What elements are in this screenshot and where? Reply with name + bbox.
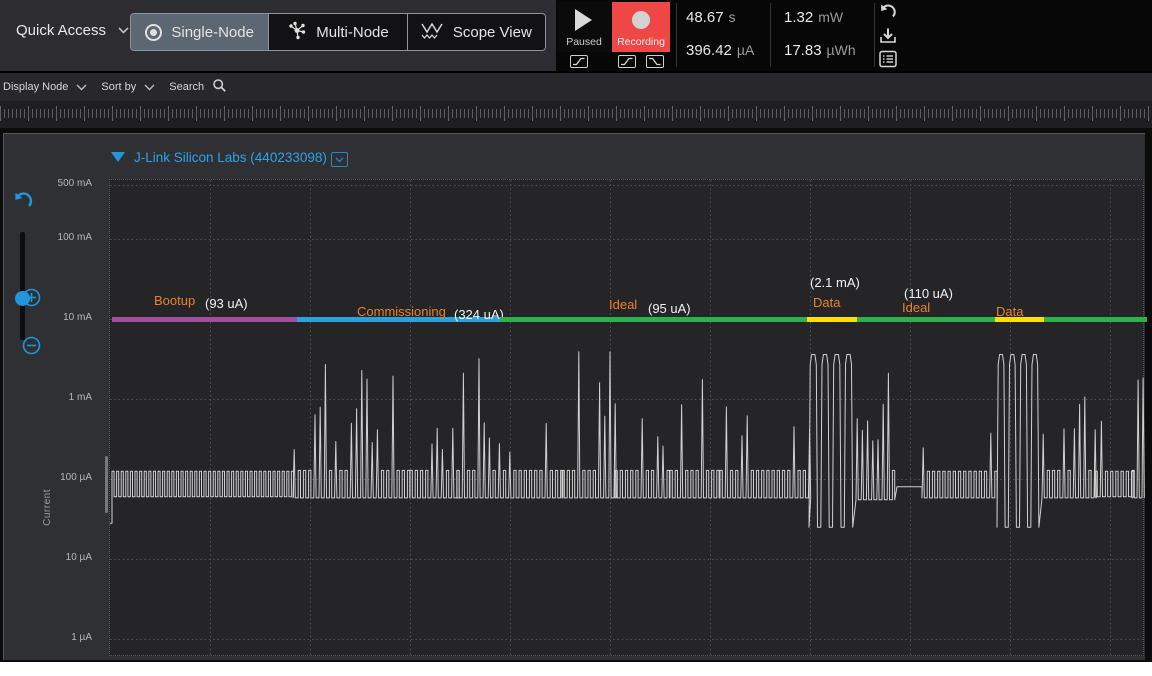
annotation-bar-bootup[interactable] [112,317,297,322]
annotation-average-label: (110 uA) [904,286,953,301]
record-icon [632,11,650,29]
chevron-down-icon [118,27,129,34]
avg-power-value: 1.32 [784,9,813,26]
tab-single-node-label: Single-Node [171,24,254,41]
paused-label: Paused [558,36,610,48]
divider [770,3,771,67]
single-node-icon [145,24,162,41]
tab-multi-node[interactable]: Multi-Node [269,14,407,50]
y-axis-tick-label: 10 mA [18,312,92,323]
avg-current-unit: µA [737,42,754,58]
y-axis-tick-label: 100 µA [18,472,92,483]
annotation-name-label: Data [996,304,1023,319]
zoom-slider-track[interactable] [20,232,25,340]
energy-unit: µWh [827,42,856,58]
play-icon [575,9,592,31]
annotation-bar-data[interactable] [807,317,857,322]
annotation-average-label: (95 uA) [648,301,691,316]
y-axis-tick-label: 500 mA [18,178,92,189]
scope-view-icon [421,22,444,43]
trigger-rising-icon[interactable] [570,55,588,68]
annotation-average-label: (324 uA) [454,307,504,322]
elapsed-time-unit: s [729,9,736,25]
tab-scope-view-label: Scope View [453,24,532,41]
annotation-name-label: Commissioning [357,304,446,319]
annotation-name-label: Data [813,295,840,310]
event-list-button[interactable] [878,49,898,69]
waveform-canvas[interactable] [110,180,1145,657]
y-axis-tick-label: 1 µA [18,632,92,643]
view-mode-tabs: Single-Node [130,13,546,51]
tab-multi-node-label: Multi-Node [316,24,389,41]
measurement-column-1: 48.67 s 396.42 µA [686,0,768,71]
quick-access-menu[interactable]: Quick Access [16,22,129,39]
annotation-name-label: Bootup [154,293,195,308]
timeline-ruler[interactable] [0,101,1152,128]
display-node-menu[interactable]: Display Node [3,81,87,93]
avg-power-unit: mW [818,9,843,25]
recording-label: Recording [612,36,670,48]
divider [874,3,875,67]
export-download-button[interactable] [878,26,898,46]
node-chart-panel: J-Link Silicon Labs (440233098) [3,133,1145,660]
recording-button[interactable]: Recording [612,2,670,52]
trigger-falling-icon[interactable] [646,55,664,68]
y-axis-tick-label: 10 µA [18,552,92,563]
zoom-reset-button[interactable] [12,191,34,213]
zoom-out-button[interactable] [13,134,32,153]
energy-value: 17.83 [784,42,822,59]
search-label: Search [169,81,204,93]
multi-node-icon [287,21,307,44]
energy-profiler-window: Quick Access Single-Node [0,0,1152,676]
node-title[interactable]: J-Link Silicon Labs (440233098) [134,150,327,165]
tab-scope-view[interactable]: Scope View [408,14,545,50]
sort-by-menu[interactable]: Sort by [101,81,155,93]
measurement-column-2: 1.32 mW 17.83 µWh [784,0,870,71]
ruler-minor-ticks [0,109,1152,118]
node-toolbar: Display Node Sort by Search [0,73,1152,101]
top-toolbar: Quick Access Single-Node [0,0,1152,71]
annotation-bar-segment[interactable] [1044,317,1147,322]
tab-single-node[interactable]: Single-Node [131,14,269,50]
display-node-label: Display Node [3,81,68,93]
zoom-in-button[interactable] [13,211,32,230]
chevron-down-icon [76,84,87,91]
main-area: J-Link Silicon Labs (440233098) [0,128,1152,662]
search-control[interactable]: Search [169,78,227,96]
annotation-name-label: Ideal [609,297,637,312]
annotation-name-label: Ideal [902,300,930,315]
trigger-rising-icon-2[interactable] [618,55,636,68]
current-trace [110,352,1144,528]
search-icon [212,78,227,96]
sort-by-label: Sort by [101,81,136,93]
annotation-bar-ideal[interactable] [500,317,807,322]
annotation-average-label: (93 uA) [205,296,248,311]
zoom-slider-thumb[interactable] [15,291,30,306]
y-axis-title: Current [42,489,53,526]
play-paused-button[interactable]: Paused [558,2,610,52]
avg-current-value: 396.42 [686,42,732,59]
y-axis-tick-label: 1 mA [18,392,92,403]
quick-access-label: Quick Access [16,22,106,39]
divider [676,3,677,67]
chevron-down-icon [144,84,155,91]
waveform-plot[interactable]: Bootup(93 uA)Commissioning(324 uA)Ideal(… [109,179,1144,656]
elapsed-time-value: 48.67 [686,9,724,26]
annotation-average-label: (2.1 mA) [810,275,860,290]
panel-scrollbar-thumb[interactable] [105,456,108,513]
collapse-triangle-icon[interactable] [111,152,125,162]
measurement-panel: Paused Recording 48.67s 396.4 [556,0,1152,71]
y-axis-tick-label: 100 mA [18,232,92,243]
annotation-bar-ideal[interactable] [857,317,995,322]
reset-undo-button[interactable] [878,3,898,23]
node-options-dropdown[interactable] [331,152,348,167]
